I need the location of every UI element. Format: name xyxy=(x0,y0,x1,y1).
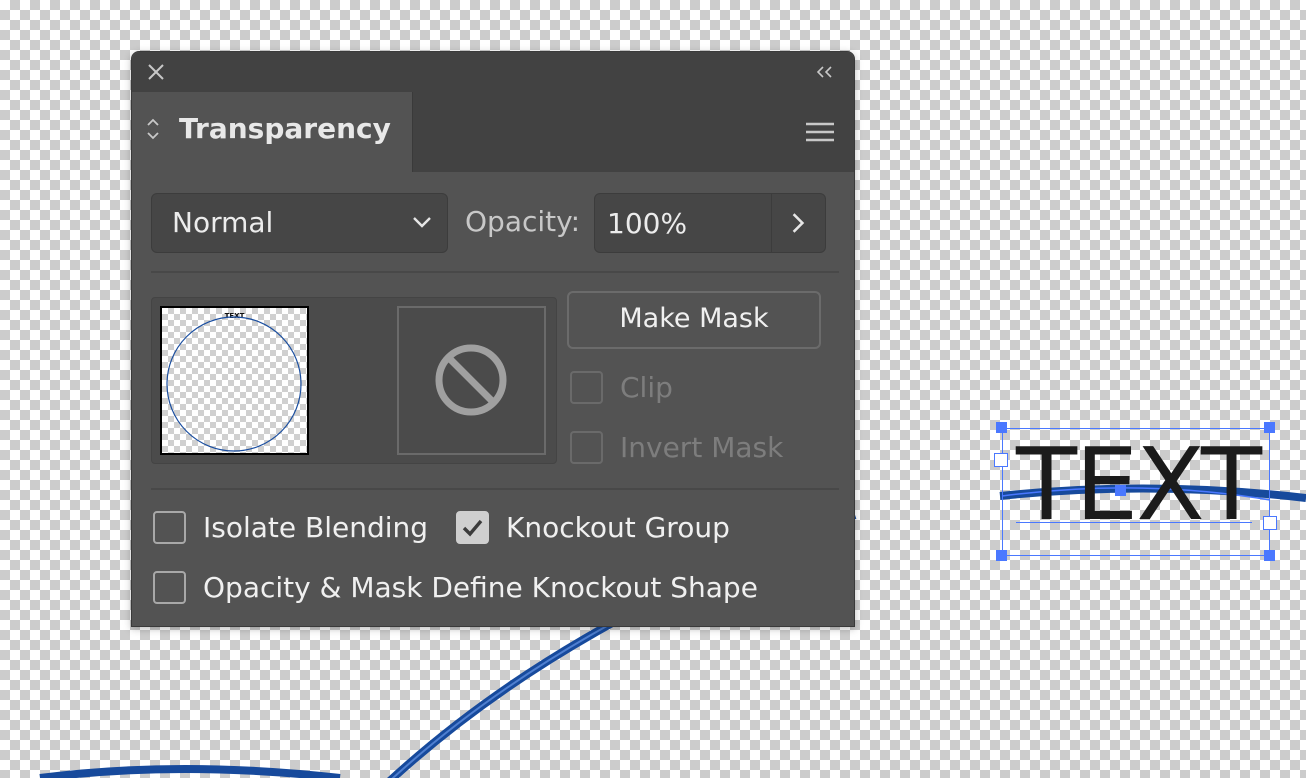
artwork-thumbnail[interactable]: TEXT xyxy=(160,306,309,455)
make-mask-button[interactable]: Make Mask xyxy=(567,291,821,349)
path-anchor-right[interactable] xyxy=(1263,516,1277,530)
opacity-input[interactable] xyxy=(595,194,771,252)
thumbnail-area: TEXT xyxy=(151,297,557,464)
double-chevron-left-icon[interactable] xyxy=(814,64,836,80)
opacity-control xyxy=(594,193,826,253)
panel-title: Transparency xyxy=(179,112,391,145)
invert-mask-checkbox[interactable] xyxy=(570,431,603,464)
circle-path-bottom[interactable] xyxy=(39,765,341,778)
hamburger-menu-icon[interactable] xyxy=(804,120,836,144)
no-mask-icon xyxy=(435,344,507,416)
divider xyxy=(151,271,839,273)
path-center-point[interactable] xyxy=(1115,485,1126,496)
close-icon[interactable] xyxy=(146,62,166,82)
opacity-mask-knockout-checkbox[interactable] xyxy=(153,571,186,604)
knockout-group-label: Knockout Group xyxy=(506,511,730,544)
opacity-mask-slot[interactable] xyxy=(397,306,546,455)
blend-mode-value: Normal xyxy=(172,206,274,239)
divider xyxy=(151,488,839,490)
selection-handle-bottom-right[interactable] xyxy=(1264,550,1275,561)
invert-mask-label: Invert Mask xyxy=(620,431,784,464)
clip-label: Clip xyxy=(620,371,673,404)
up-down-chevron-icon[interactable] xyxy=(146,116,160,142)
thumbnail-circle xyxy=(166,316,302,452)
isolate-blending-label: Isolate Blending xyxy=(203,511,429,544)
selection-handle-top-left[interactable] xyxy=(996,422,1007,433)
panel-title-bar[interactable] xyxy=(132,52,854,92)
clip-checkbox[interactable] xyxy=(570,371,603,404)
selection-handle-bottom-left[interactable] xyxy=(996,550,1007,561)
chevron-right-icon[interactable] xyxy=(771,194,825,252)
isolate-blending-checkbox[interactable] xyxy=(153,511,186,544)
tab-transparency[interactable]: Transparency xyxy=(132,92,413,172)
text-baseline xyxy=(1016,522,1252,523)
path-anchor-left[interactable] xyxy=(994,453,1008,467)
chevron-down-icon xyxy=(413,217,431,228)
selection-handle-top-right[interactable] xyxy=(1264,422,1275,433)
checkmark-icon xyxy=(462,519,483,537)
opacity-mask-knockout-label: Opacity & Mask Define Knockout Shape xyxy=(203,571,758,604)
opacity-label: Opacity: xyxy=(465,205,581,238)
knockout-group-checkbox[interactable] xyxy=(456,511,489,544)
blend-mode-dropdown[interactable]: Normal xyxy=(151,193,448,253)
transparency-panel: Transparency Normal Opacity: TEXT xyxy=(131,51,855,627)
canvas-text-object[interactable]: TEXT xyxy=(1016,430,1262,540)
panel-tab-bar: Transparency xyxy=(132,92,854,172)
